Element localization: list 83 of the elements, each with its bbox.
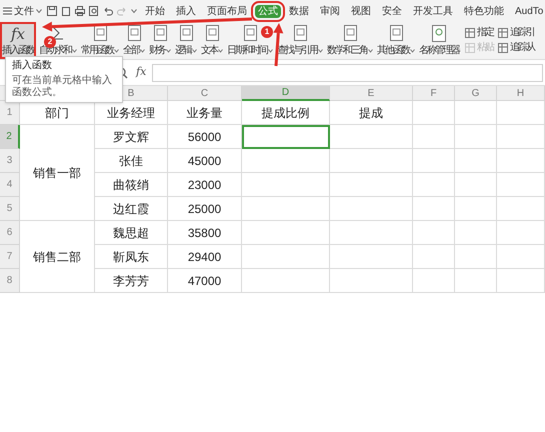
table-cell: 销售二部: [20, 221, 95, 293]
menu-icon[interactable]: [3, 7, 12, 15]
function-icon[interactable]: [92, 25, 108, 41]
table-icon[interactable]: [498, 28, 508, 38]
table-cell: 25000: [168, 197, 242, 221]
table-cell: 边红霞: [95, 197, 168, 221]
column-header[interactable]: C: [168, 86, 242, 101]
caret-icon[interactable]: [218, 49, 223, 53]
clipboard-icon[interactable]: [61, 6, 71, 16]
ribbon-button[interactable]: 指定: [465, 27, 493, 39]
function-icon[interactable]: [178, 25, 194, 41]
caret-icon[interactable]: [140, 49, 145, 53]
caret-icon[interactable]: [166, 49, 171, 53]
caret-icon[interactable]: [72, 49, 77, 53]
function-icon[interactable]: [152, 25, 168, 41]
ribbon-button[interactable]: 财务: [148, 22, 172, 59]
file-menu-button[interactable]: 文件: [3, 4, 42, 18]
preview-icon[interactable]: [89, 6, 99, 16]
caret-icon[interactable]: [410, 49, 415, 53]
print-icon[interactable]: [75, 6, 85, 16]
table-cell: 提成比例: [242, 101, 330, 125]
ribbon-tab[interactable]: 特色功能: [461, 4, 507, 18]
ribbon-tab[interactable]: 页面布局: [204, 4, 250, 18]
tooltip-title: 插入函数: [12, 60, 53, 72]
caret-icon[interactable]: [36, 9, 42, 13]
column-header[interactable]: H: [497, 86, 545, 101]
function-icon[interactable]: [292, 25, 308, 41]
undo-icon[interactable]: [103, 6, 113, 16]
caret-icon[interactable]: [114, 49, 119, 53]
caret-icon[interactable]: [131, 8, 137, 14]
table-cell: 魏思超: [95, 221, 168, 245]
table-cell: 47000: [168, 269, 242, 293]
table-cell: 35800: [168, 221, 242, 245]
ribbon-tab[interactable]: 公式: [255, 4, 281, 18]
ribbon-button[interactable]: 其他函数: [376, 22, 416, 59]
function-icon[interactable]: [342, 25, 358, 41]
column-header[interactable]: G: [455, 86, 497, 101]
ribbon-tab[interactable]: 插入: [173, 4, 199, 18]
table-icon[interactable]: [465, 28, 475, 38]
table-cell: 23000: [168, 173, 242, 197]
table-cell: 销售一部: [20, 125, 95, 221]
ribbon-tab[interactable]: 安全: [379, 4, 405, 18]
table-cell: 罗文辉: [95, 125, 168, 149]
caret-icon[interactable]: [318, 49, 323, 53]
caret-icon[interactable]: [268, 49, 273, 53]
table-cell: 提成: [330, 101, 413, 125]
ribbon-tab[interactable]: 数据: [286, 4, 312, 18]
table-cell: 29400: [168, 245, 242, 269]
redo-icon[interactable]: [117, 6, 127, 16]
function-icon[interactable]: [242, 25, 258, 41]
function-icon[interactable]: [388, 25, 404, 41]
table-cell: 45000: [168, 149, 242, 173]
ribbon-tab[interactable]: 开始: [142, 4, 168, 18]
ribbon-tab[interactable]: 审阅: [317, 4, 343, 18]
table-cell[interactable]: [242, 125, 330, 149]
table-cell: 56000: [168, 125, 242, 149]
caret-icon[interactable]: [368, 49, 373, 53]
ribbon-tab[interactable]: 视图: [348, 4, 374, 18]
insert-function-button[interactable]: fx 插入函数: [0, 22, 36, 59]
ribbon-button[interactable]: 名称管理器: [418, 22, 460, 59]
ribbon-button[interactable]: 逻辑: [174, 22, 198, 59]
table-cell: 靳凤东: [95, 245, 168, 269]
ribbon-button[interactable]: 文本: [200, 22, 224, 59]
function-icon[interactable]: [204, 25, 220, 41]
table-cell: 李芳芳: [95, 269, 168, 293]
ribbon-button[interactable]: 追踪从: [498, 42, 534, 54]
ribbon-tab[interactable]: AudTo: [512, 4, 545, 18]
ribbon-button[interactable]: 全部: [122, 22, 146, 59]
caret-icon[interactable]: [192, 49, 197, 53]
function-label[interactable]: fx: [136, 64, 146, 81]
column-header[interactable]: E: [330, 86, 413, 101]
name-manager-icon[interactable]: [430, 25, 448, 42]
table-cell: 业务量: [168, 101, 242, 125]
ribbon-tab[interactable]: 开发工具: [410, 4, 456, 18]
table-cell: 张佳: [95, 149, 168, 173]
ribbon-button[interactable]: 数学和三角: [326, 22, 374, 59]
formula-input[interactable]: [152, 64, 543, 82]
function-icon[interactable]: [126, 25, 142, 41]
column-header[interactable]: F: [413, 86, 455, 101]
table-icon[interactable]: [498, 43, 508, 53]
ribbon-button[interactable]: 追踪引: [498, 27, 534, 39]
save-icon[interactable]: [47, 6, 57, 16]
table-cell: 曲筱绡: [95, 173, 168, 197]
